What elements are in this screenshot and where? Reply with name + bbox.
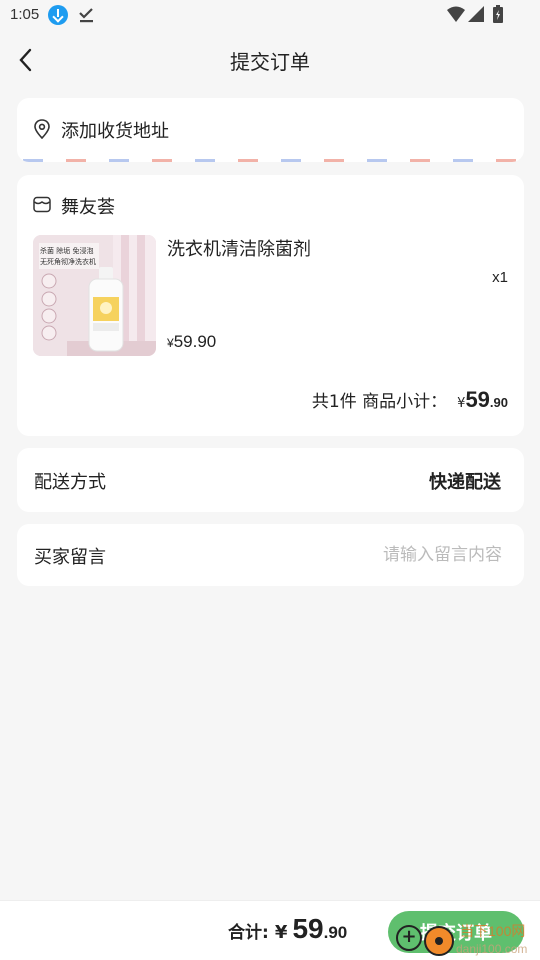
product-name[interactable]: 洗衣机清洁除菌剂 <box>167 235 311 261</box>
wifi-icon <box>447 6 465 22</box>
product-illustration: 杀菌 除垢 免浸泡 无死角彻净洗衣机 <box>33 235 156 356</box>
watermark-logo-icon <box>424 926 454 956</box>
watermark-url: danji100.com <box>456 942 528 956</box>
signal-icon <box>468 6 484 22</box>
page-header: 提交订单 <box>0 32 540 88</box>
location-pin-icon <box>34 119 50 139</box>
envelope-stripe <box>17 159 524 162</box>
message-label: 买家留言 <box>34 547 106 568</box>
subtotal-decimal: .90 <box>489 395 508 410</box>
image-caption-2: 无死角彻净洗衣机 <box>40 257 96 266</box>
total-integer: 59 <box>292 913 324 944</box>
buyer-message-row: 买家留言 <box>17 524 524 586</box>
shop-name: 舞友荟 <box>61 197 115 218</box>
status-bar: 1:05 <box>0 0 540 32</box>
add-address-label: 添加收货地址 <box>61 121 169 142</box>
battery-icon <box>493 5 503 23</box>
total-label: 合计: <box>228 923 269 943</box>
price-value: 59.90 <box>173 332 217 351</box>
download-icon <box>48 5 68 25</box>
price-currency: ¥ <box>167 336 174 350</box>
delivery-value: 快递配送 <box>429 472 501 493</box>
order-subtotal: 共1件 商品小计： ¥59.90 <box>312 387 508 413</box>
add-address-card[interactable]: 添加收货地址 <box>17 98 524 162</box>
watermark-plus-icon: + <box>396 925 422 951</box>
delivery-method-row[interactable]: 配送方式 快递配送 <box>17 448 524 512</box>
total-decimal: .90 <box>323 923 348 942</box>
total-currency: ¥ <box>274 922 288 943</box>
page-title: 提交订单 <box>230 50 310 74</box>
subtotal-integer: 59 <box>465 387 490 412</box>
product-quantity: x1 <box>492 269 508 286</box>
subtotal-label: 共1件 商品小计： <box>311 392 448 412</box>
image-caption-1: 杀菌 除垢 免浸泡 <box>40 246 93 255</box>
check-icon <box>79 8 93 23</box>
product-price: ¥59.90 <box>167 332 216 352</box>
shop-icon <box>33 196 51 213</box>
order-total: 合计: ¥ 59.90 <box>228 913 347 945</box>
product-image[interactable]: 杀菌 除垢 免浸泡 无死角彻净洗衣机 <box>33 235 156 356</box>
delivery-label: 配送方式 <box>34 472 106 493</box>
order-items-card: 舞友荟 杀菌 除垢 免浸泡 无死角彻净洗衣机 洗衣机清洁除菌剂 x1 ¥59.9… <box>17 175 524 436</box>
message-input[interactable] <box>262 540 502 570</box>
status-time: 1:05 <box>10 6 40 23</box>
watermark-text: 当下100网 <box>460 923 526 939</box>
